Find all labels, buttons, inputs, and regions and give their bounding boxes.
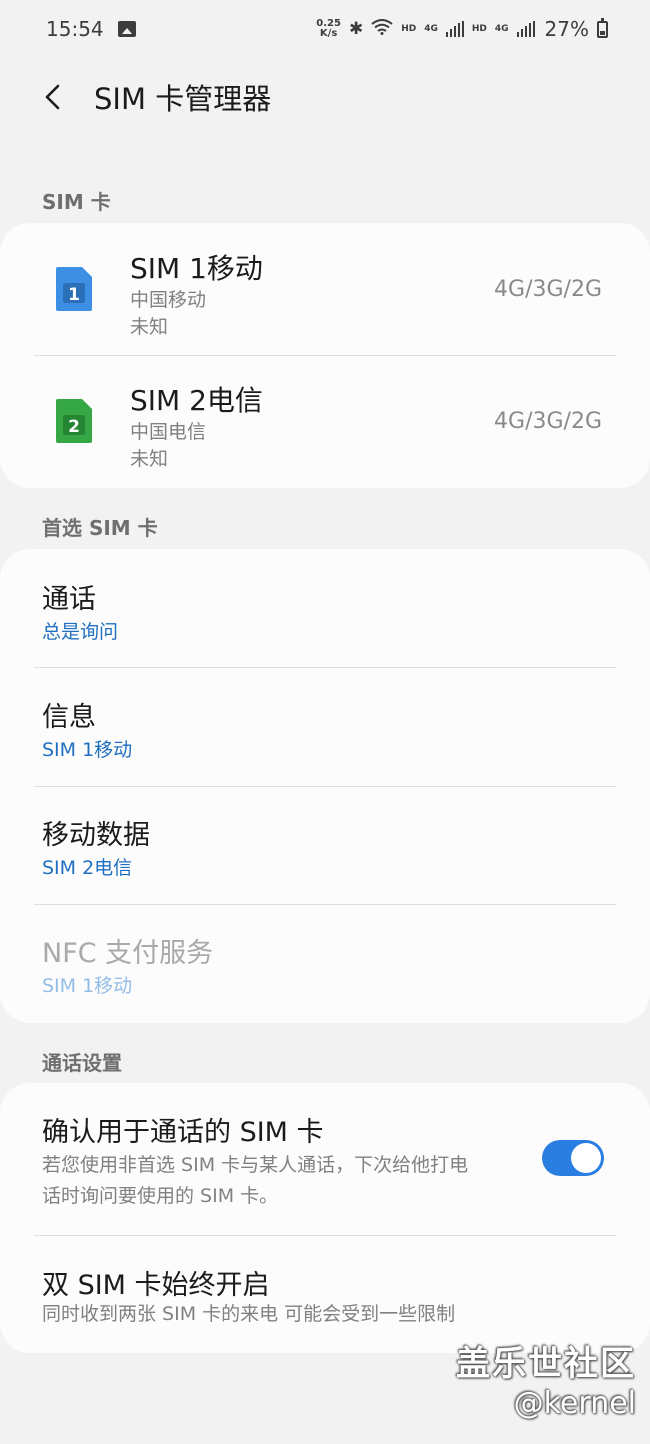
hd-label-1: HD <box>401 23 417 34</box>
lte-label-1: 4G <box>424 23 438 34</box>
setting-title: 确认用于通话的 SIM 卡 <box>42 1117 324 1148</box>
watermark-community: 盖乐世社区 <box>456 1344 636 1384</box>
confirm-sim-toggle[interactable] <box>542 1140 604 1176</box>
image-icon <box>117 21 136 37</box>
sim-network-type: 4G/3G/2G <box>494 277 602 302</box>
pref-item-calls[interactable]: 通话 总是询问 <box>0 549 650 667</box>
sim-section-header: SIM 卡 <box>42 190 111 214</box>
sim-card-2-icon: 2 <box>56 399 92 443</box>
status-time: 15:54 <box>46 17 104 41</box>
sim-number: 未知 <box>130 448 169 470</box>
pref-item-title: 移动数据 <box>42 820 150 851</box>
page-title: SIM 卡管理器 <box>94 82 272 116</box>
preferred-sim-card: 通话 总是询问 信息 SIM 1移动 移动数据 SIM 2电信 NFC 支付服务… <box>0 549 650 1023</box>
toggle-knob <box>571 1143 601 1173</box>
sim-name: SIM 2电信 <box>130 384 263 417</box>
app-bar: SIM 卡管理器 <box>0 58 650 136</box>
battery-percentage: 27% <box>544 17 589 41</box>
call-settings-section-header: 通话设置 <box>42 1051 122 1075</box>
preferred-section-header: 首选 SIM 卡 <box>42 516 158 540</box>
sim-carrier: 中国电信 <box>130 421 207 443</box>
chevron-left-icon <box>45 84 60 110</box>
watermark-handle: @kernel <box>513 1386 636 1421</box>
pref-item-nfc-payment: NFC 支付服务 SIM 1移动 <box>0 905 650 1023</box>
lte-label-2: 4G <box>494 23 509 34</box>
setting-title: 双 SIM 卡始终开启 <box>42 1270 270 1301</box>
pref-item-messages[interactable]: 信息 SIM 1移动 <box>0 668 650 786</box>
pref-item-value: SIM 2电信 <box>42 857 133 879</box>
signal-icon <box>445 21 464 37</box>
sim-name: SIM 1移动 <box>130 252 263 285</box>
setting-description: 话时询问要使用的 SIM 卡。 <box>42 1185 279 1207</box>
back-button[interactable] <box>24 67 84 127</box>
pref-item-value: SIM 1移动 <box>42 975 133 997</box>
hd-label-2: HD <box>471 23 487 34</box>
setting-description: 若您使用非首选 SIM 卡与某人通话，下次给他打电 <box>42 1154 469 1176</box>
sim-card-row-1[interactable]: 1 SIM 1移动 中国移动 未知 4G/3G/2G <box>0 223 650 355</box>
confirm-sim-for-call-item[interactable]: 确认用于通话的 SIM 卡 若您使用非首选 SIM 卡与某人通话，下次给他打电 … <box>0 1083 650 1235</box>
sim-slot-number: 2 <box>68 417 80 437</box>
status-bar: 15:54 0.25 K/s ✱ HD 4G HD 4G 27% <box>0 0 650 58</box>
sim-network-type: 4G/3G/2G <box>494 409 602 434</box>
pref-item-title: 通话 <box>42 584 96 615</box>
sim-carrier: 中国移动 <box>130 289 207 311</box>
wifi-icon <box>371 18 393 40</box>
net-speed-unit: K/s <box>319 28 338 39</box>
pref-item-mobile-data[interactable]: 移动数据 SIM 2电信 <box>0 787 650 905</box>
signal-icon <box>516 21 535 37</box>
pref-item-value: 总是询问 <box>42 621 119 643</box>
pref-item-title: NFC 支付服务 <box>42 938 214 969</box>
bluetooth-icon: ✱ <box>348 19 364 39</box>
status-icons: 0.25 K/s ✱ HD 4G HD 4G 27% <box>316 17 608 41</box>
pref-item-title: 信息 <box>42 702 96 733</box>
sim-slot-number: 1 <box>68 285 80 305</box>
sim-card-row-2[interactable]: 2 SIM 2电信 中国电信 未知 4G/3G/2G <box>0 356 650 488</box>
setting-description: 同时收到两张 SIM 卡的来电 可能会受到一些限制 <box>42 1303 456 1325</box>
net-speed: 0.25 K/s <box>316 19 341 39</box>
battery-icon <box>597 17 608 38</box>
call-settings-card: 确认用于通话的 SIM 卡 若您使用非首选 SIM 卡与某人通话，下次给他打电 … <box>0 1083 650 1353</box>
sim-card-1-icon: 1 <box>56 267 92 311</box>
pref-item-value: SIM 1移动 <box>42 739 133 761</box>
sim-number: 未知 <box>130 316 169 338</box>
sim-cards-card: 1 SIM 1移动 中国移动 未知 4G/3G/2G 2 SIM 2电信 中国电… <box>0 223 650 488</box>
